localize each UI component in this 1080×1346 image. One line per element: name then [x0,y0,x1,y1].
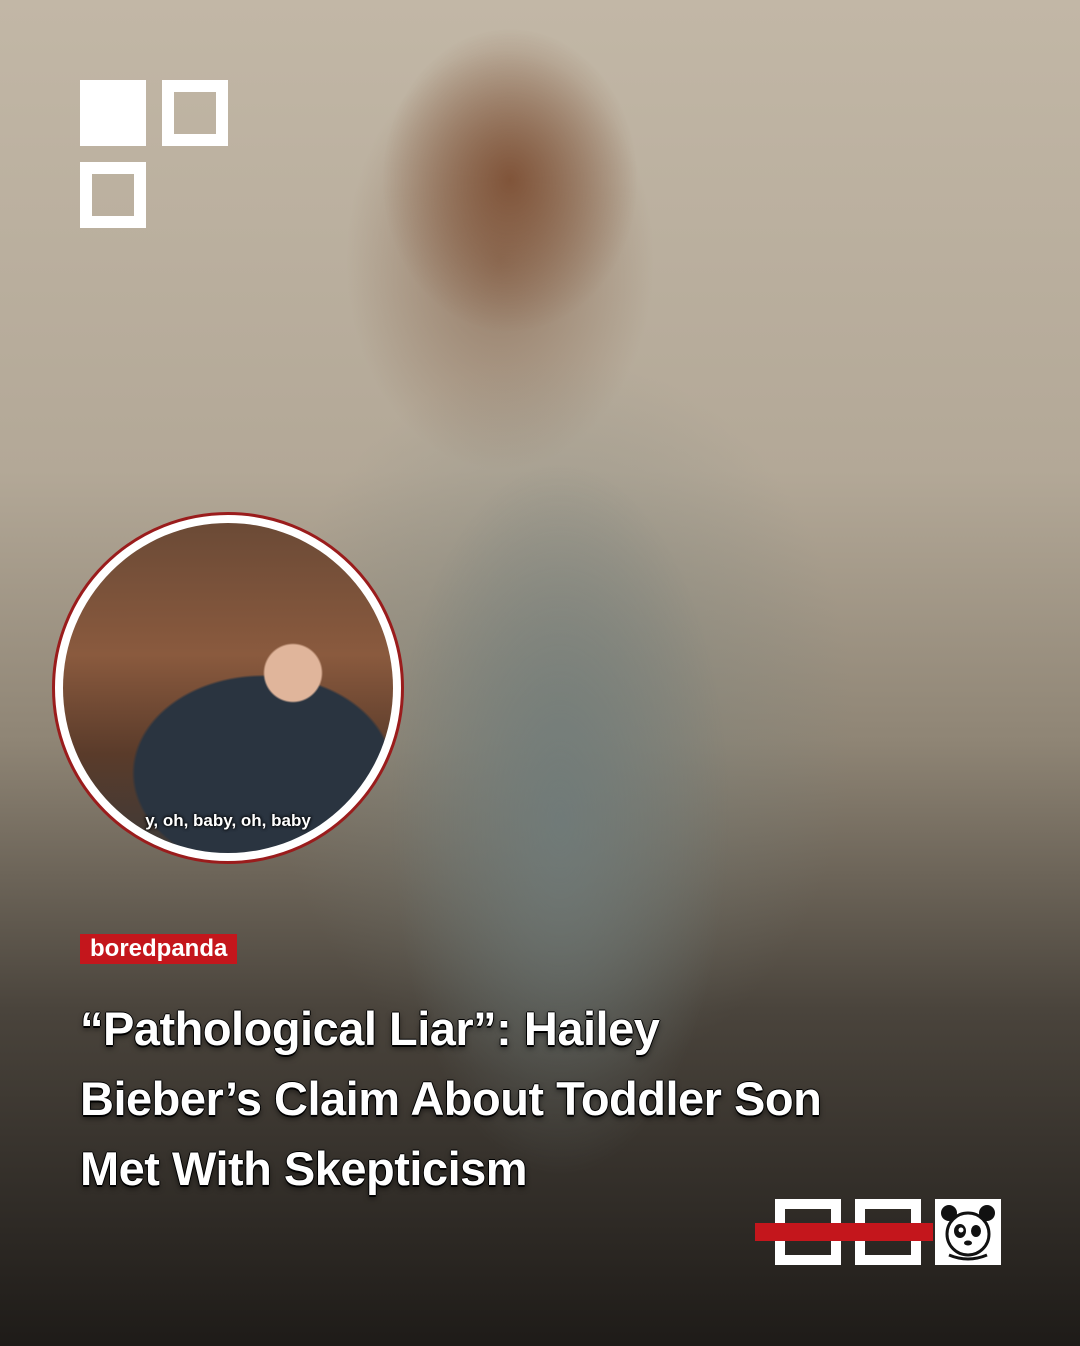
headline-line: Bieber’s Claim About Toddler Son [80,1072,822,1125]
headline: “Pathological Liar”: Hailey Bieber’s Cla… [80,994,1040,1204]
logo-square-outline [80,162,146,228]
logo-square-filled [80,80,146,146]
video-caption: y, oh, baby, oh, baby [145,811,311,830]
logo-square-outline [162,80,228,146]
inset-video-thumbnail[interactable]: y, oh, baby, oh, baby [52,512,404,864]
badge-red-bar [755,1223,933,1241]
squares-logo-icon [80,80,228,228]
headline-line: “Pathological Liar”: Hailey [80,1002,660,1055]
brand-badges [755,1199,1001,1265]
inset-photo: y, oh, baby, oh, baby [63,523,393,853]
brand-label: boredpanda [80,934,238,964]
headline-line: Met With Skepticism [80,1142,528,1195]
panda-icon [935,1199,1001,1265]
